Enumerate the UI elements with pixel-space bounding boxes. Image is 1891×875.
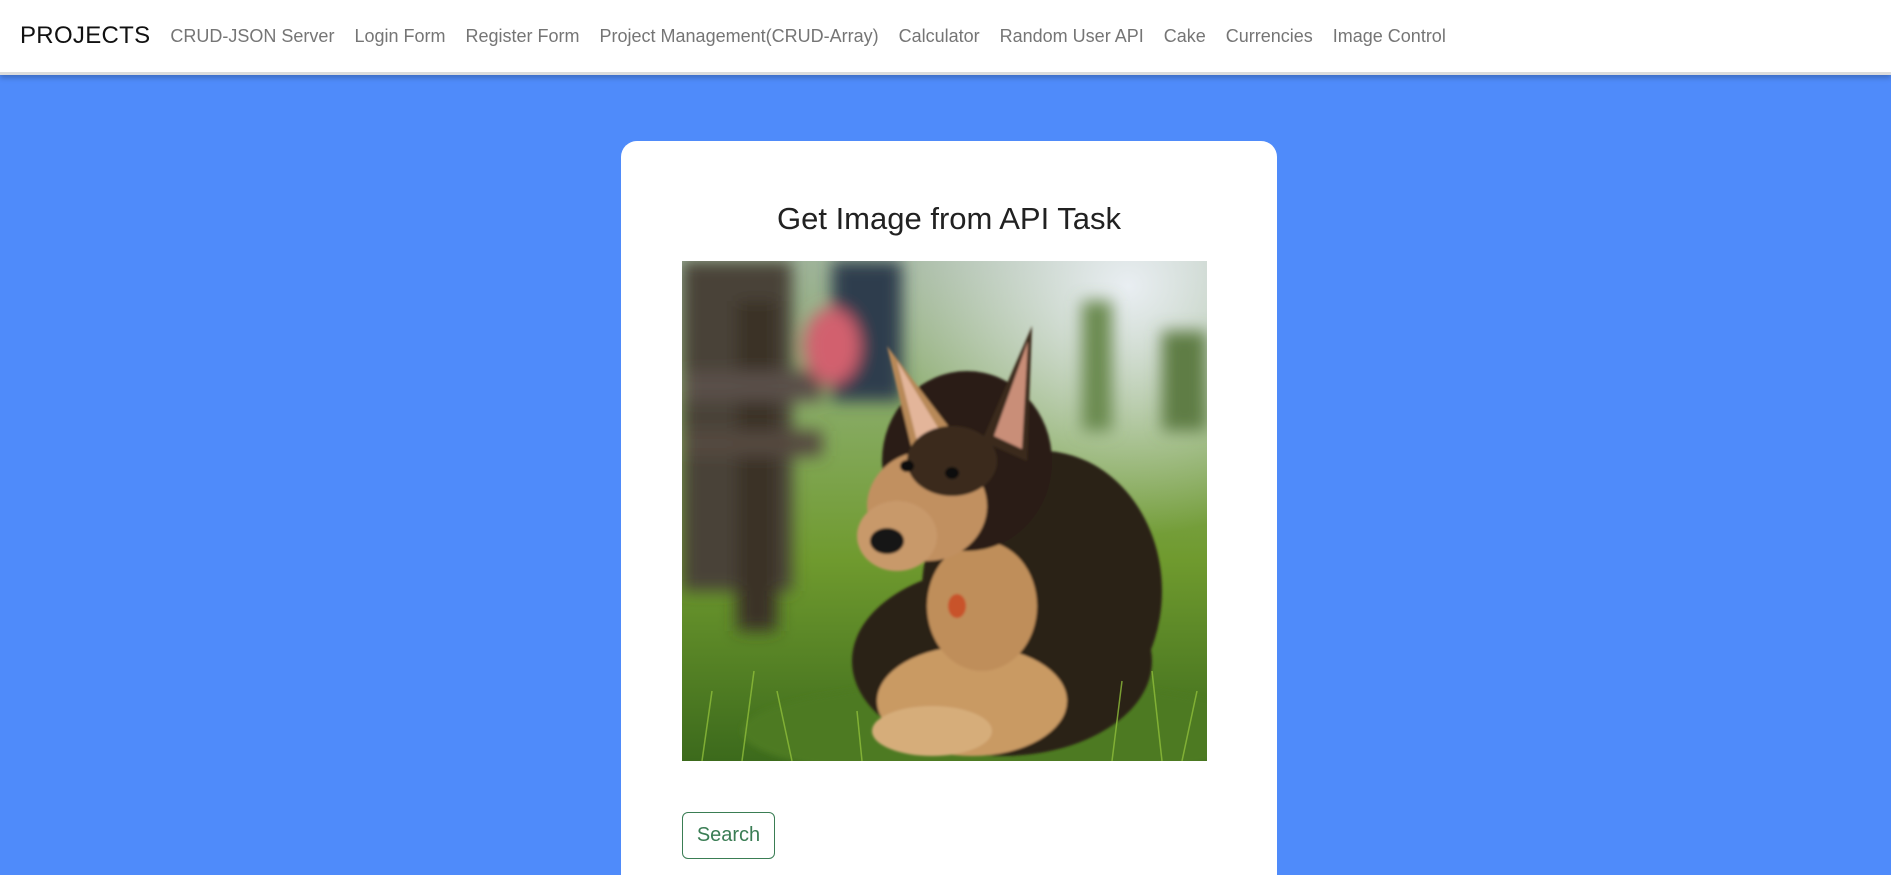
image-card: Get Image from API Task Search	[621, 141, 1277, 875]
nav-link-project-management[interactable]: Project Management(CRUD-Array)	[590, 26, 889, 47]
brand-link[interactable]: PROJECTS	[20, 22, 150, 50]
nav-link-currencies[interactable]: Currencies	[1216, 26, 1323, 47]
nav-link-register-form[interactable]: Register Form	[455, 26, 589, 47]
nav-link-random-user-api[interactable]: Random User API	[990, 26, 1154, 47]
dog-photo	[682, 261, 1207, 761]
nav-link-cake[interactable]: Cake	[1154, 26, 1216, 47]
nav-link-image-control[interactable]: Image Control	[1323, 26, 1456, 47]
card-title: Get Image from API Task	[776, 201, 1121, 236]
nav-link-calculator[interactable]: Calculator	[889, 26, 990, 47]
nav-link-crud-json-server[interactable]: CRUD-JSON Server	[160, 26, 344, 47]
top-navbar: PROJECTS CRUD-JSON Server Login Form Reg…	[0, 0, 1891, 75]
search-button[interactable]: Search	[682, 812, 775, 859]
nav-link-login-form[interactable]: Login Form	[344, 26, 455, 47]
